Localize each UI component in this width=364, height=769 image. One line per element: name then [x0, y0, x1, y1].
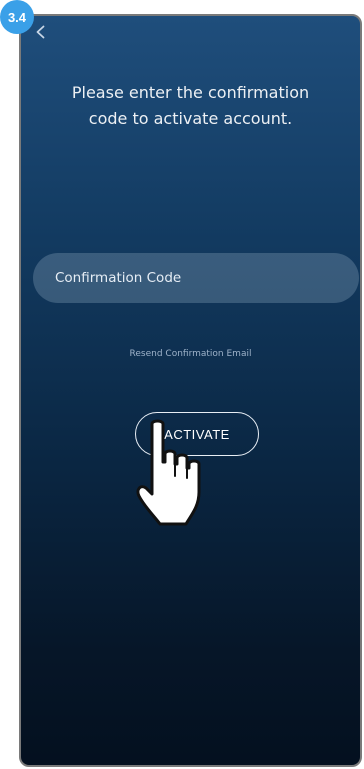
hand-pointer-icon [136, 419, 201, 526]
instruction-line-2: code to activate account. [88, 109, 293, 128]
step-badge: 3.4 [0, 0, 34, 34]
confirmation-code-input[interactable]: Confirmation Code [33, 253, 359, 303]
confirmation-code-placeholder: Confirmation Code [55, 270, 182, 286]
resend-confirmation-link[interactable]: Resend Confirmation Email [21, 349, 360, 359]
phone-screen: Please enter the confirmation code to ac… [19, 14, 362, 767]
instruction-line-1: Please enter the confirmation [71, 83, 310, 102]
chevron-left-icon[interactable] [33, 24, 49, 40]
tutorial-canvas: 3.4 Please enter the confirmation code t… [0, 0, 364, 769]
instruction-text: Please enter the confirmation code to ac… [41, 80, 340, 132]
